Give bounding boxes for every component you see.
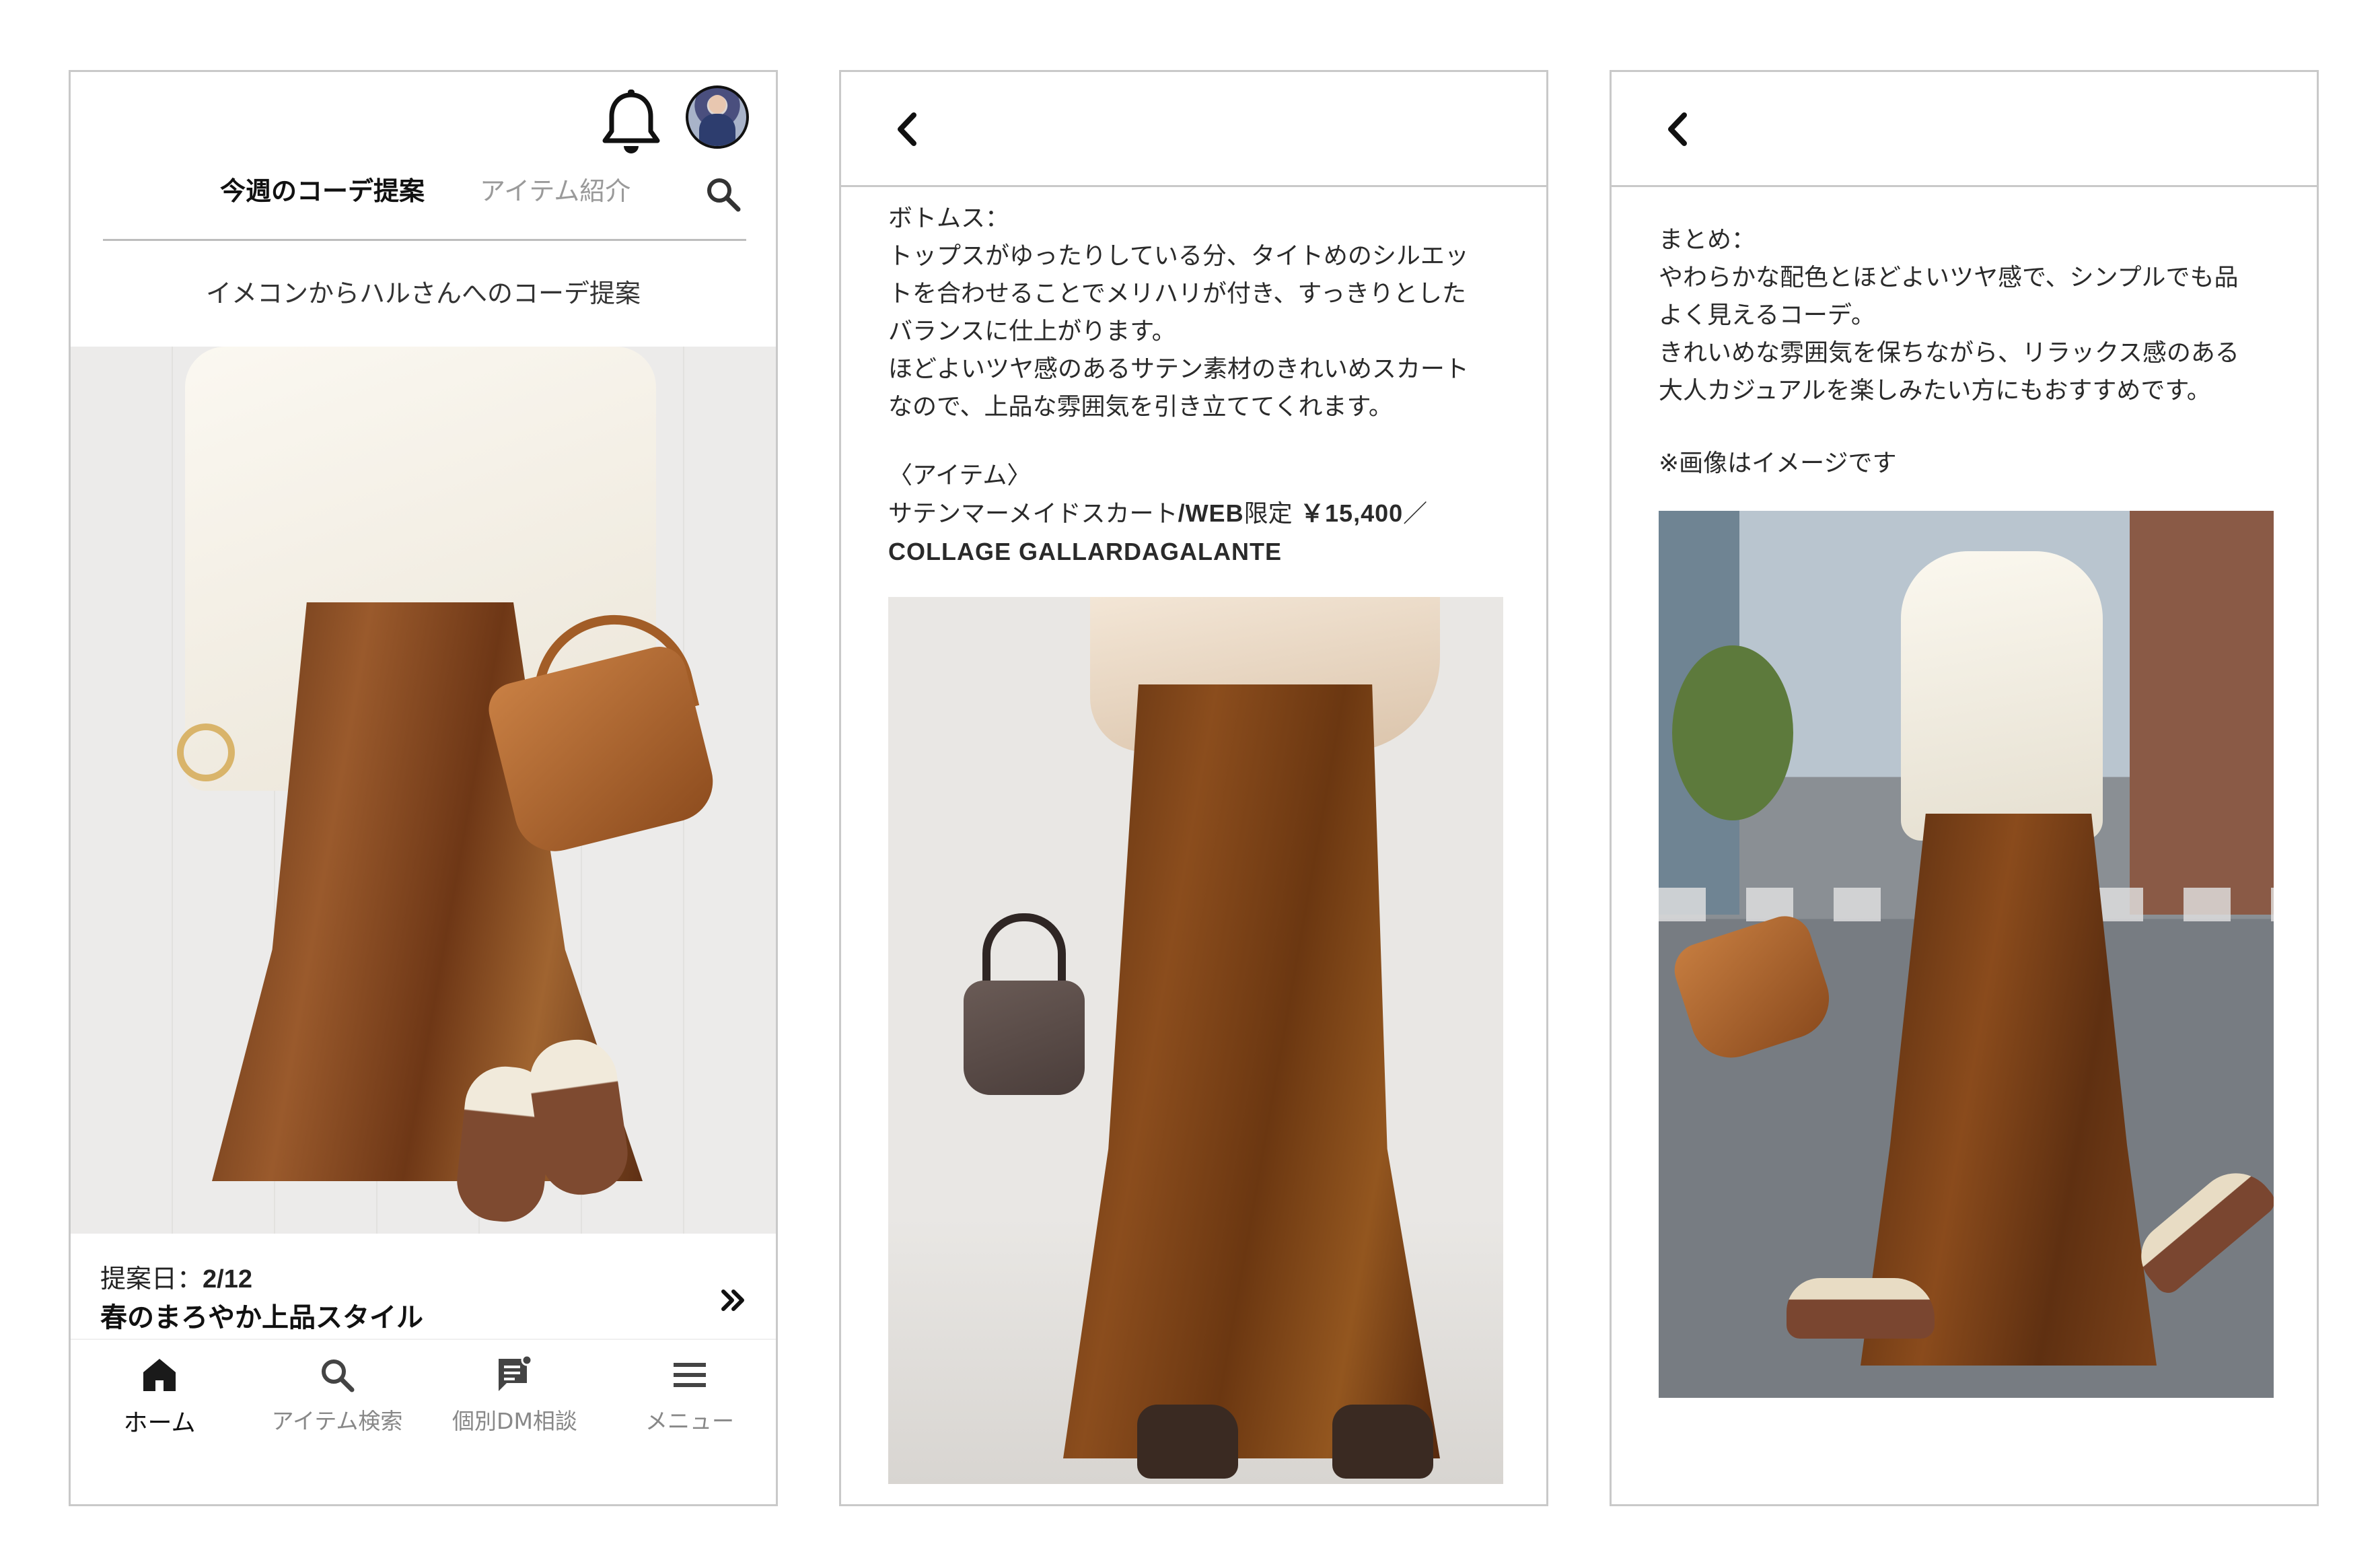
bracelet-shape [177, 723, 235, 781]
street-photo[interactable] [1659, 511, 2274, 1398]
description-line: ほどよいツヤ感のあるサテン素材のきれいめスカート [888, 355, 1469, 383]
sneaker-shape [2127, 1156, 2274, 1299]
sneaker-shape [1787, 1278, 1935, 1339]
search-icon[interactable] [703, 174, 744, 215]
nav-individual-dm[interactable]: 個別DM相談 [427, 1353, 602, 1436]
bottoms-description: ボトムス： トップスがゆったりしている分、タイトめのシルエッ トを合わせることで… [888, 200, 1514, 426]
home-icon [143, 1359, 176, 1391]
bell-icon[interactable] [594, 85, 668, 160]
nav-menu[interactable]: メニュー [602, 1353, 776, 1436]
item-separator: / [1178, 499, 1186, 527]
summary-line: まとめ： [1659, 226, 1756, 254]
item-line[interactable]: サテンマーメイドスカート/WEB限定 ￥15,400／ [888, 495, 1514, 533]
description-line: バランスに仕上がります。 [888, 318, 1176, 345]
description-line: なので、上品な雰囲気を引き立ててくれます。 [888, 393, 1393, 421]
summary-line: 大人カジュアルを楽しみたい方にもおすすめです。 [1659, 377, 2211, 404]
avatar[interactable] [686, 85, 749, 149]
bottoms-detail-screen: ボトムス： トップスがゆったりしている分、タイトめのシルエッ トを合わせることで… [839, 70, 1548, 1506]
nav-label: アイテム検索 [271, 1408, 403, 1434]
proposal-date: 提案日：2/12 [100, 1258, 252, 1295]
coordinate-subtitle: イメコンからハルさんへのコーデ提案 [205, 279, 641, 308]
bottom-navigation: ホーム アイテム検索 個別DM相談 メニュー [71, 1339, 776, 1448]
tree-shape [1672, 645, 1793, 820]
header-divider [1612, 185, 2317, 187]
home-screen: 今週のコーデ提案 アイテム紹介 イメコンからハルさんへのコーデ提案 提案日：2/… [69, 70, 778, 1506]
chat-icon [499, 1354, 533, 1391]
item-tag: WEB [1185, 499, 1244, 527]
bag-shape [1667, 909, 1840, 1069]
cardigan-shape [1901, 551, 2103, 841]
proposal-date-value: 2/12 [203, 1265, 252, 1294]
image-note: ※画像はイメージです [1659, 445, 2284, 483]
tab-weekly-coordinate[interactable]: 今週のコーデ提案 [220, 174, 425, 208]
item-brand: COLLAGE GALLARDAGALANTE [888, 538, 1282, 565]
search-icon [322, 1359, 355, 1392]
item-limited: 限定 [1243, 500, 1301, 528]
description-line: トップスがゆったりしている分、タイトめのシルエッ [888, 242, 1469, 270]
nav-label: ホーム [123, 1409, 196, 1437]
description-line: トを合わせることでメリハリが付き、すっきりとした [888, 280, 1466, 308]
skirt-photo[interactable] [888, 597, 1503, 1484]
summary-line: よく見えるコーデ。 [1659, 302, 1875, 329]
proposal-date-label: 提案日： [100, 1264, 203, 1294]
back-chevron-icon[interactable] [1659, 99, 1699, 160]
summary-line: やわらかな配色とほどよいツヤ感で、シンプルでも品 [1659, 264, 2239, 291]
nav-label: メニュー [645, 1408, 734, 1434]
item-name: サテンマーメイドスカート [888, 500, 1178, 528]
header-divider [841, 185, 1546, 187]
tab-item-introduction[interactable]: アイテム紹介 [480, 174, 630, 208]
building-shape [2130, 511, 2274, 915]
summary-line: きれいめな雰囲気を保ちながら、リラックス感のある [1659, 339, 2239, 367]
boot-shape [1137, 1405, 1238, 1479]
menu-icon [674, 1363, 706, 1387]
summary-description: まとめ： やわらかな配色とほどよいツヤ感で、シンプルでも品 よく見えるコーデ。 … [1659, 221, 2284, 410]
nav-item-search[interactable]: アイテム検索 [250, 1353, 425, 1436]
nav-home[interactable]: ホーム [72, 1353, 247, 1438]
bag-shape [964, 981, 1085, 1095]
boot-shape [1332, 1405, 1433, 1479]
skirt-shape [1063, 684, 1440, 1458]
description-line: ボトムス： [888, 205, 1010, 232]
coordinate-photo[interactable] [71, 347, 776, 1234]
item-info: 〈アイテム〉 サテンマーメイドスカート/WEB限定 ￥15,400／ COLLA… [888, 457, 1514, 571]
coordinate-title[interactable]: 春のまろやか上品スタイル [100, 1296, 423, 1335]
summary-detail-screen: まとめ： やわらかな配色とほどよいツヤ感で、シンプルでも品 よく見えるコーデ。 … [1610, 70, 2319, 1506]
image-note-text: ※画像はイメージです [1659, 450, 1897, 477]
item-heading: 〈アイテム〉 [888, 462, 1032, 489]
item-slash: ／ [1403, 500, 1428, 528]
nav-label: 個別DM相談 [452, 1408, 577, 1434]
item-price: ￥15,400 [1300, 499, 1404, 527]
back-chevron-icon[interactable] [888, 99, 929, 160]
tab-divider [103, 239, 746, 241]
double-chevron-right-icon[interactable] [717, 1283, 750, 1317]
